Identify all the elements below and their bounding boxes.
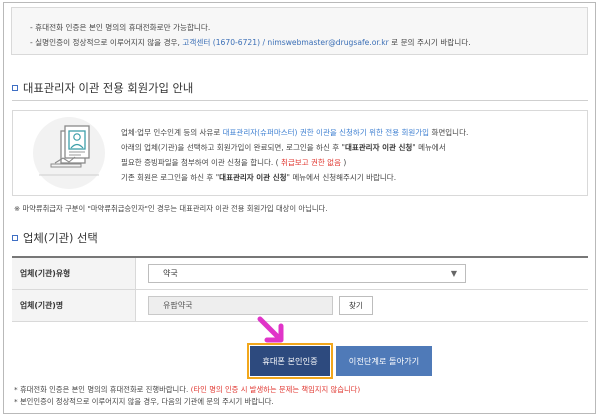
bottom-notes: * 휴대전화 인증은 본인 명의의 휴대전화로 진행바랍니다. (타인 명의 인… [14,384,360,408]
top-notice-box: - 휴대전화 인증은 본인 명의의 휴대전화로만 가능합니다. - 실명인증이 … [11,7,588,55]
company-name-cell: 유팜약국 찾기 [136,290,588,321]
info-line-3: 필요한 증빙파일을 첨부하여 이관 신청을 합니다. ( 취급보고 권한 없음 … [121,158,347,167]
square-bullet-icon [12,235,18,241]
bottom-note-2: * 본인인증이 정상적으로 이루어지지 않을 경우, 다음의 기관에 문의 주시… [14,397,274,406]
company-type-selected-value: 약국 [163,269,178,278]
info-box: 업체·업무 인수인계 등의 사유로 대표관리자(슈퍼마스터) 권한 이관을 신청… [12,110,588,196]
form-row-company-type: 업체(기관)유형 약국 ▼ [12,258,588,290]
info-line-1: 업체·업무 인수인계 등의 사유로 대표관리자(슈퍼마스터) 권한 이관을 신청… [121,128,469,137]
bottom-note-1: * 휴대전화 인증은 본인 명의의 휴대전화로 진행바랍니다. (타인 명의 인… [14,385,361,394]
form-row-company-name: 업체(기관)명 유팜약국 찾기 [12,290,588,322]
page-frame: - 휴대전화 인증은 본인 명의의 휴대전화로만 가능합니다. - 실명인증이 … [3,2,596,414]
section-title-transfer-signup: 대표관리자 이관 전용 회원가입 안내 [12,80,193,96]
find-company-button[interactable]: 찾기 [339,296,373,315]
customer-center-link[interactable]: 고객센터 (1670-6721) / nimswebmaster@drugsaf… [182,38,388,47]
company-type-cell: 약국 ▼ [136,258,588,289]
id-card-illustration [33,117,105,189]
company-name-field: 유팜약국 [148,296,333,315]
mobile-verification-button[interactable]: 휴대폰 본인인증 [247,343,333,379]
top-notice-line-2: - 실명인증이 정상적으로 이루어지지 않을 경우, 고객센터 (1670-67… [30,38,471,47]
info-line-4: 기존 회원은 로그인을 하신 후 "대표관리자 이관 신청" 메뉴에서 신청해주… [121,173,397,182]
exclusion-footnote: ※ 마약류취급자 구분이 "마약류취급승인자"인 경우는 대표관리자 이관 전용… [14,204,328,213]
company-type-select[interactable]: 약국 ▼ [148,264,466,283]
company-name-label: 업체(기관)명 [12,290,136,321]
chevron-down-icon: ▼ [450,269,457,278]
top-notice-line-1: - 휴대전화 인증은 본인 명의의 휴대전화로만 가능합니다. [30,23,211,32]
section-title-company-select: 업체(기관) 선택 [12,230,98,246]
info-text: 업체·업무 인수인계 등의 사유로 대표관리자(슈퍼마스터) 권한 이관을 신청… [121,125,468,185]
square-bullet-icon [12,85,18,91]
previous-step-button[interactable]: 이전단계로 돌아가기 [336,346,432,376]
info-line-2: 아래의 업체(기관)을 선택하고 회원가입이 완료되면, 로그인을 하신 후 "… [121,143,446,152]
section-divider [12,100,588,101]
pointer-arrow-icon [257,316,284,343]
company-form-table: 업체(기관)유형 약국 ▼ 업체(기관)명 유팜약국 찾기 [12,256,588,322]
company-type-label: 업체(기관)유형 [12,258,136,289]
id-card-icon [39,125,99,176]
